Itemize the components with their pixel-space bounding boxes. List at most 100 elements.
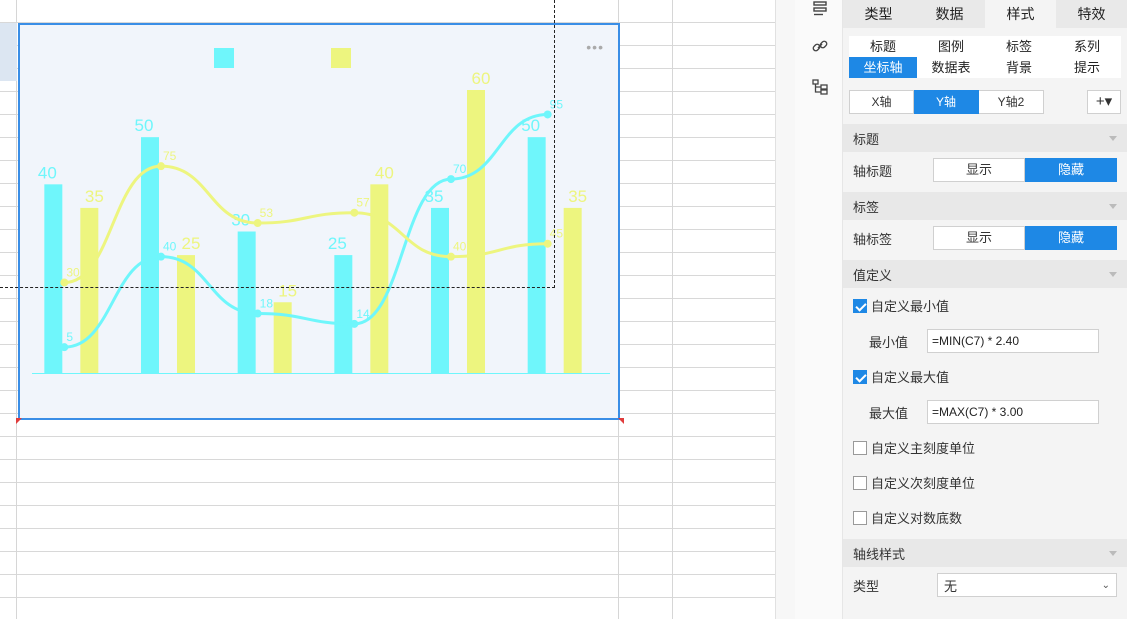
resize-handle-bottom-right[interactable] [618, 418, 624, 424]
spreadsheet-canvas[interactable]: 40 50 30 25 35 50 35 25 15 40 60 35 5 40 18 14 70 95 30 75 5… [0, 0, 775, 619]
line-point [447, 252, 455, 261]
bar [527, 137, 546, 373]
subtab-legend[interactable]: 图例 [917, 36, 985, 57]
guide-line-horizontal [0, 287, 555, 288]
bar [370, 184, 389, 373]
section-axis-style-header[interactable]: 轴线样式 [843, 539, 1127, 567]
data-label: 25 [182, 234, 201, 253]
collapse-caret-icon [1109, 135, 1117, 141]
chevron-down-icon: ⌄ [1101, 579, 1110, 591]
tab-data[interactable]: 数据 [914, 0, 985, 28]
checkbox-unchecked-icon[interactable] [853, 475, 867, 490]
style-subtabs: 标题 图例 标签 系列 坐标轴 数据表 背景 提示 [849, 36, 1121, 78]
custom-log-base-checkbox[interactable]: 自定义对数底数 [843, 500, 1127, 535]
resize-handle-bottom-left[interactable] [16, 418, 22, 424]
y-axis2-button[interactable]: Y轴2 [979, 90, 1044, 114]
custom-minor-unit-label: 自定义次刻度单位 [871, 476, 976, 491]
y-axis-button[interactable]: Y轴 [914, 90, 979, 114]
line-point [543, 110, 552, 119]
axis-title-hide-button[interactable]: 隐藏 [1025, 158, 1117, 182]
panel-tabs: 类型 数据 样式 特效 [843, 0, 1127, 28]
bar [334, 255, 353, 373]
min-value-label: 最小值 [869, 334, 909, 350]
more-options-icon[interactable]: ••• [586, 39, 604, 55]
line-point [543, 239, 552, 248]
section-value-def-header[interactable]: 值定义 [843, 260, 1127, 288]
axis-title-show-button[interactable]: 显示 [933, 158, 1025, 182]
data-label: 15 [278, 281, 297, 300]
collapse-caret-icon [1109, 203, 1117, 209]
subtab-title[interactable]: 标题 [849, 36, 917, 57]
line-point [60, 278, 69, 287]
tab-type[interactable]: 类型 [843, 0, 914, 28]
custom-major-unit-label: 自定义主刻度单位 [871, 441, 976, 456]
point-label: 40 [453, 240, 467, 254]
link-icon[interactable] [809, 37, 831, 59]
add-axis-button[interactable]: +▾ [1087, 90, 1121, 114]
min-value-input[interactable] [927, 329, 1099, 353]
axis-label-hide-button[interactable]: 隐藏 [1025, 226, 1117, 250]
data-label: 40 [38, 163, 57, 182]
axis-label-show-button[interactable]: 显示 [933, 226, 1025, 250]
data-label: 50 [135, 116, 154, 135]
checkbox-checked-icon[interactable] [853, 369, 867, 384]
max-value-row: 最大值 [843, 394, 1127, 430]
section-axis-style-label: 轴线样式 [853, 546, 906, 562]
axis-title-row: 轴标题 显示 隐藏 [843, 152, 1127, 188]
bar [44, 184, 63, 373]
line-point [157, 162, 165, 171]
section-title-header[interactable]: 标题 [843, 124, 1127, 152]
data-label: 35 [85, 187, 104, 206]
tool-rail [795, 0, 843, 619]
checkbox-unchecked-icon[interactable] [853, 510, 867, 525]
checkbox-unchecked-icon[interactable] [853, 440, 867, 455]
subtab-tooltip[interactable]: 提示 [1053, 57, 1121, 78]
subtab-datasheet[interactable]: 数据表 [917, 57, 985, 78]
point-label: 18 [260, 297, 274, 311]
custom-minor-unit-checkbox[interactable]: 自定义次刻度单位 [843, 465, 1127, 500]
point-label: 57 [356, 196, 370, 210]
checkbox-checked-icon[interactable] [853, 298, 867, 313]
section-label-header[interactable]: 标签 [843, 192, 1127, 220]
bar [563, 207, 582, 373]
custom-min-checkbox[interactable]: 自定义最小值 [843, 288, 1127, 323]
line-point [350, 208, 359, 217]
data-label: 35 [568, 187, 587, 206]
pane-splitter[interactable] [775, 0, 795, 619]
format-icon[interactable] [809, 0, 831, 22]
subtab-axis[interactable]: 坐标轴 [849, 57, 917, 78]
axis-type-row: 类型 无 ⌄ [843, 567, 1127, 603]
data-label: 40 [375, 163, 394, 182]
point-label: 75 [163, 149, 177, 163]
custom-major-unit-checkbox[interactable]: 自定义主刻度单位 [843, 430, 1127, 465]
x-axis-button[interactable]: X轴 [849, 90, 914, 114]
point-label: 14 [356, 307, 370, 321]
chart-widget[interactable]: 40 50 30 25 35 50 35 25 15 40 60 35 5 40 18 14 70 95 30 75 5… [18, 23, 620, 420]
section-value-def-label: 值定义 [853, 267, 893, 283]
max-value-label: 最大值 [869, 405, 909, 421]
line-point [253, 219, 262, 228]
subtab-series[interactable]: 系列 [1053, 36, 1121, 57]
data-label: 60 [472, 69, 491, 88]
legend-swatch [331, 48, 351, 68]
axis-label-row: 轴标签 显示 隐藏 [843, 220, 1127, 256]
bar [237, 231, 256, 373]
custom-log-base-label: 自定义对数底数 [871, 511, 963, 526]
custom-max-checkbox[interactable]: 自定义最大值 [843, 359, 1127, 394]
bar [431, 207, 449, 373]
data-label: 35 [425, 187, 444, 206]
subtab-background[interactable]: 背景 [985, 57, 1053, 78]
axis-type-select[interactable]: 无 ⌄ [936, 573, 1117, 597]
subtab-label[interactable]: 标签 [985, 36, 1053, 57]
tree-icon[interactable] [809, 78, 831, 100]
min-value-row: 最小值 [843, 323, 1127, 359]
axis-title-label: 轴标题 [853, 163, 893, 179]
chart-plot: 4050302535503525154060355401814709530755… [32, 48, 610, 374]
tab-effects[interactable]: 特效 [1056, 0, 1127, 28]
point-label: 53 [260, 206, 274, 220]
bar [467, 90, 485, 373]
data-label: 25 [328, 234, 347, 253]
max-value-input[interactable] [927, 400, 1099, 424]
selected-row-header[interactable] [0, 23, 17, 81]
tab-style[interactable]: 样式 [985, 0, 1056, 28]
